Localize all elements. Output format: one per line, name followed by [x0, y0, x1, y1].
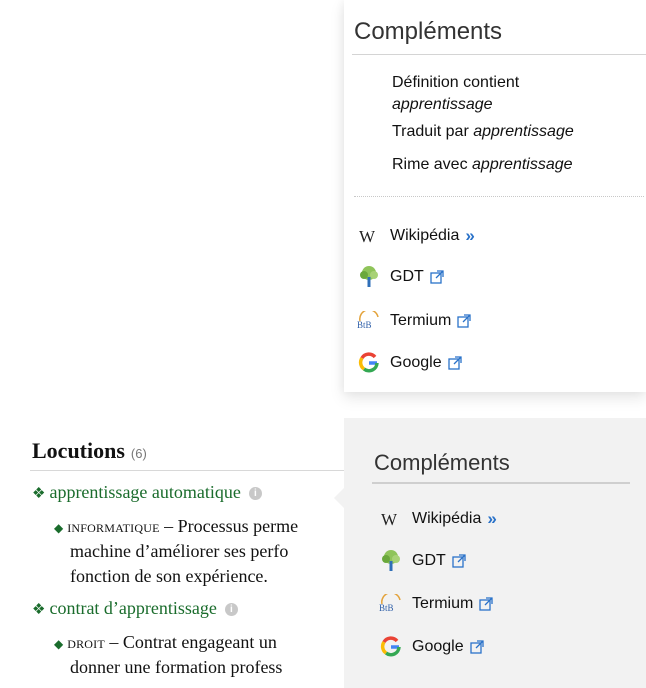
gdt-link[interactable]: GDT — [356, 262, 444, 292]
info-icon[interactable]: i — [248, 487, 262, 501]
popover-pointer — [334, 488, 344, 508]
svg-text:BtB: BtB — [379, 603, 394, 613]
wikipedia-icon: W — [378, 506, 404, 532]
wikipedia-link[interactable]: W Wikipédia » — [378, 504, 497, 534]
section-title: Locutions (6) — [32, 438, 147, 463]
wikipedia-link[interactable]: W Wikipédia » — [356, 221, 475, 251]
locutions-section: Locutions (6) ❖ apprentissage automatique i… — [0, 410, 346, 688]
termium-link[interactable]: BtB Termium — [378, 589, 493, 619]
external-link-icon — [447, 356, 462, 370]
diamond-bullet-icon: ◆ — [54, 521, 64, 535]
google-link[interactable]: Google — [378, 632, 484, 662]
dotted-divider — [354, 196, 644, 197]
complements-panel-top: Compléments Définition contient apprenti… — [344, 0, 646, 392]
locution-term-link[interactable]: ❖ contrat d’apprentissage i — [32, 598, 238, 619]
complements-title: Compléments — [354, 18, 503, 45]
gdt-tree-icon — [356, 264, 382, 290]
four-diamond-bullet-icon: ❖ — [32, 602, 46, 618]
external-link-icon — [430, 270, 444, 284]
domain-label: Informatique — [67, 521, 160, 535]
definition-text: ◆ Informatique – Processus perme — [54, 516, 299, 536]
external-link-icon — [452, 554, 466, 568]
section-count: (6) — [130, 446, 147, 461]
locution-term-link[interactable]: ❖ apprentissage automatique i — [32, 482, 262, 503]
google-icon — [356, 350, 382, 376]
google-link[interactable]: Google — [356, 348, 462, 378]
search-translated-by-link[interactable]: Traduit par apprentissage — [392, 121, 574, 143]
title-divider — [352, 54, 646, 55]
svg-text:BtB: BtB — [357, 320, 372, 330]
definition-text: ◆ Droit – Contrat engageant un — [54, 632, 277, 652]
google-icon — [378, 634, 404, 660]
diamond-bullet-icon: ◆ — [54, 637, 64, 651]
wikipedia-icon: W — [356, 223, 382, 249]
definition-text: donner une formation profess — [70, 657, 283, 677]
complements-panel-bottom: Compléments W Wikipédia » GDT BtB Termiu… — [334, 418, 646, 688]
four-diamond-bullet-icon: ❖ — [32, 486, 46, 502]
domain-label: Droit — [67, 637, 105, 651]
svg-text:W: W — [359, 227, 376, 245]
termium-link[interactable]: BtB Termium — [356, 306, 471, 336]
search-rhymes-with-link[interactable]: Rime avec apprentissage — [392, 154, 573, 176]
definition-text: fonction de son expérience. — [70, 566, 268, 586]
external-link-icon — [457, 314, 471, 328]
chevron-right-icon: » — [465, 226, 475, 245]
title-divider — [372, 482, 630, 484]
search-definition-contains-link[interactable]: Définition contient apprentissage — [392, 72, 519, 116]
section-divider — [30, 470, 346, 471]
definition-text: machine d’améliorer ses perfo — [70, 541, 289, 561]
external-link-icon — [479, 597, 493, 611]
gdt-link[interactable]: GDT — [378, 546, 466, 576]
external-link-icon — [469, 640, 484, 654]
gdt-tree-icon — [378, 548, 404, 574]
complements-title: Compléments — [374, 450, 510, 475]
chevron-right-icon: » — [487, 509, 497, 528]
info-icon[interactable]: i — [224, 603, 238, 617]
btb-termium-icon: BtB — [356, 308, 382, 334]
btb-termium-icon: BtB — [378, 591, 404, 617]
svg-text:W: W — [381, 510, 398, 528]
